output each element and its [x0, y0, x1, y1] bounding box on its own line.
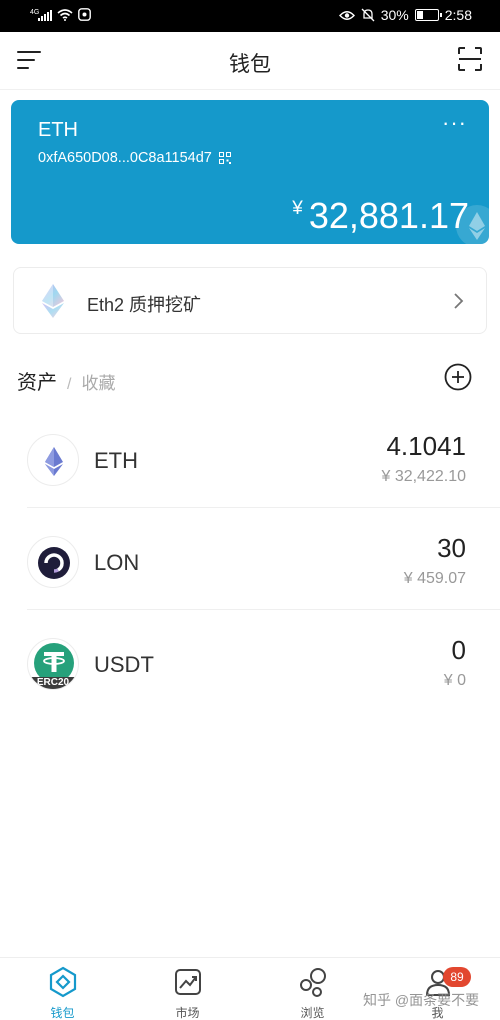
bottom-nav: 钱包 市场 浏览 89 我	[0, 957, 500, 1020]
asset-tabs: 资产 / 收藏	[17, 366, 115, 395]
token-symbol: LON	[94, 550, 140, 575]
status-right: 30% 2:58	[338, 7, 472, 23]
clock: 2:58	[444, 7, 472, 23]
tab-assets[interactable]: 资产	[17, 366, 57, 395]
nav-market[interactable]: 市场	[125, 958, 250, 1020]
token-row-usdt[interactable]: ERC20 USDT 0 ¥ 0	[0, 610, 500, 712]
currency-symbol: ¥	[292, 198, 303, 219]
scan-qr-icon[interactable]	[457, 46, 483, 72]
token-amount: 4.1041	[386, 431, 466, 461]
wallet-address: 0xfA650D08...0C8a1154d7	[38, 150, 212, 166]
balance-amount: 32,881.17	[308, 195, 469, 236]
nav-label: 浏览	[300, 1006, 325, 1020]
eth2-staking-banner[interactable]: Eth2 质押挖矿	[13, 267, 487, 334]
tab-separator: /	[67, 376, 72, 393]
token-amount: 0	[451, 635, 466, 665]
nav-profile[interactable]: 89 我	[375, 958, 500, 1020]
wallet-address-row[interactable]: 0xfA650D08...0C8a1154d7	[38, 150, 231, 166]
token-amount: 30	[437, 533, 466, 563]
battery-icon	[414, 9, 442, 21]
notification-badge: 89	[443, 967, 471, 987]
token-symbol: ETH	[94, 448, 138, 473]
wallet-name: ETH	[38, 119, 78, 141]
eth-icon	[27, 434, 79, 486]
zhihu-watermark: 知乎 @面条要不要	[363, 992, 480, 1008]
signal-indicator: 4G	[30, 9, 52, 21]
wallet-icon	[49, 966, 76, 998]
eth2-banner-label: Eth2 质押挖矿	[87, 295, 202, 315]
token-row-eth[interactable]: ETH 4.1041 ¥ 32,422.10	[0, 406, 500, 508]
signal-bars-icon	[38, 9, 52, 21]
token-symbol: USDT	[94, 652, 154, 677]
qr-code-icon[interactable]	[218, 152, 231, 164]
add-token-icon[interactable]	[444, 363, 472, 391]
usdt-erc20-icon: ERC20	[27, 638, 79, 690]
erc20-label: ERC20	[36, 677, 70, 688]
app-header: 钱包	[0, 32, 500, 90]
status-bar: 4G 30% 2:58	[0, 0, 500, 32]
token-value: ¥ 459.07	[403, 570, 466, 587]
nav-browse[interactable]: 浏览	[250, 958, 375, 1020]
chevron-right-icon	[454, 293, 464, 309]
wallet-card[interactable]: ETH 0xfA650D08...0C8a1154d7 ··· ¥ 32,881…	[11, 100, 489, 244]
token-value: ¥ 0	[443, 672, 466, 689]
token-value: ¥ 32,422.10	[381, 468, 466, 485]
wallet-balance: ¥ 32,881.17	[292, 196, 469, 236]
browse-bubbles-icon	[299, 968, 326, 997]
battery-percent: 30%	[380, 7, 409, 23]
app-notification-icon	[78, 8, 91, 21]
lon-icon	[27, 536, 79, 588]
wallet-more-button[interactable]: ···	[442, 112, 467, 134]
wifi-icon	[57, 8, 73, 21]
nav-label: 钱包	[50, 1006, 75, 1020]
tab-favorites[interactable]: 收藏	[81, 369, 115, 394]
eth-watermark-icon	[456, 205, 489, 244]
eth2-logo-icon	[42, 284, 64, 318]
market-chart-icon	[174, 969, 201, 995]
mute-bell-icon	[361, 8, 375, 22]
nav-label: 市场	[175, 1006, 200, 1020]
nav-wallet[interactable]: 钱包	[0, 958, 125, 1020]
page-title: 钱包	[229, 53, 271, 76]
status-left: 4G	[30, 8, 91, 21]
token-row-lon[interactable]: LON 30 ¥ 459.07	[0, 508, 500, 610]
eye-icon	[338, 10, 355, 20]
